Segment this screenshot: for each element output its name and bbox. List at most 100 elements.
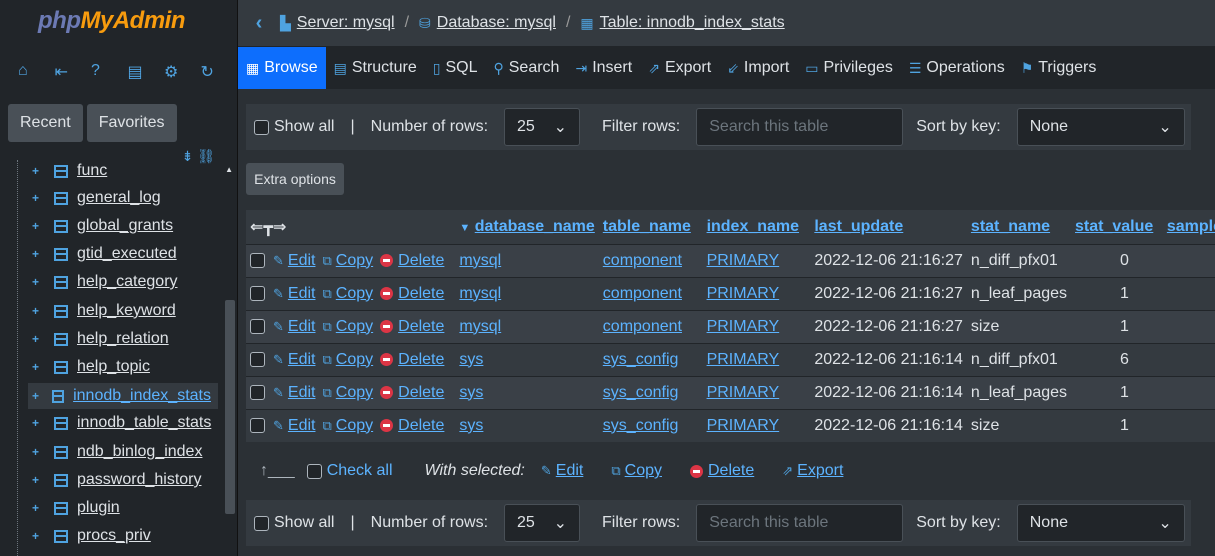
expand-icon[interactable]: + <box>32 220 42 232</box>
cell-sample[interactable] <box>1162 375 1215 409</box>
tree-item-help-relation[interactable]: + help_relation <box>32 328 169 350</box>
cell-index-name[interactable]: PRIMARY <box>707 285 780 302</box>
cell-sample[interactable] <box>1162 243 1215 277</box>
expand-icon[interactable]: + <box>32 248 42 260</box>
cell-table-name[interactable]: sys_config <box>603 351 679 368</box>
expand-icon[interactable]: + <box>32 361 42 373</box>
cell-last-update[interactable]: 2022-12-06 21:16:14 <box>810 375 967 409</box>
row-edit-link[interactable]: Edit <box>288 285 316 302</box>
tab-operations[interactable]: ☰ Operations <box>901 47 1013 89</box>
tree-item-procs-priv[interactable]: + procs_priv <box>32 525 151 547</box>
row-checkbox[interactable] <box>250 285 265 301</box>
number-of-rows-select[interactable]: 25 ⌄ <box>504 504 581 542</box>
reload-icon[interactable]: ↻ <box>201 62 238 104</box>
filter-rows-input[interactable]: Search this table <box>696 504 904 542</box>
cell-index-name[interactable]: PRIMARY <box>707 252 780 269</box>
cell-stat-value[interactable]: 1 <box>1071 408 1163 442</box>
sort-by-key-select[interactable]: None ⌄ <box>1016 504 1185 542</box>
cell-sample[interactable] <box>1162 408 1215 442</box>
expand-icon[interactable]: + <box>32 417 42 429</box>
row-checkbox[interactable] <box>250 418 265 434</box>
move-columns-icon[interactable]: ⇐┳⇒ <box>250 219 286 236</box>
recent-button[interactable]: Recent <box>8 104 83 142</box>
tree-item-help-keyword[interactable]: + help_keyword <box>32 300 176 322</box>
tree-item-gtid-executed[interactable]: + gtid_executed <box>32 243 177 265</box>
tab-insert[interactable]: ⇥ Insert <box>567 47 640 89</box>
docs-icon[interactable]: ▤ <box>128 62 165 104</box>
expand-icon[interactable]: + <box>32 474 42 486</box>
column-stat-value[interactable]: stat_value <box>1075 218 1153 235</box>
expand-icon[interactable]: + <box>32 390 40 402</box>
expand-icon[interactable]: + <box>32 530 42 542</box>
scroll-up-arrow-icon[interactable]: ▲ <box>225 165 233 174</box>
tree-item-help-category[interactable]: + help_category <box>32 271 178 293</box>
row-delete-link[interactable]: Delete <box>398 351 444 368</box>
tree-item-help-topic[interactable]: + help_topic <box>32 356 150 378</box>
cell-table-name[interactable]: component <box>603 285 682 302</box>
sort-by-key-select[interactable]: None ⌄ <box>1016 108 1185 146</box>
row-copy-link[interactable]: Copy <box>336 285 373 302</box>
bulk-edit-link[interactable]: Edit <box>556 462 584 480</box>
cell-database-name[interactable]: mysql <box>459 285 501 302</box>
breadcrumb-table[interactable]: Table: innodb_index_stats <box>600 14 785 32</box>
row-copy-link[interactable]: Copy <box>336 318 373 335</box>
expand-icon[interactable]: + <box>32 165 42 177</box>
settings-icon[interactable]: ⚙ <box>164 62 201 104</box>
row-delete-link[interactable]: Delete <box>398 417 444 434</box>
expand-icon[interactable]: + <box>32 192 42 204</box>
cell-last-update[interactable]: 2022-12-06 21:16:14 <box>810 342 967 376</box>
tab-import[interactable]: ⇙ Import <box>719 47 797 89</box>
breadcrumb-database[interactable]: Database: mysql <box>437 14 556 32</box>
check-all-label[interactable]: Check all <box>327 462 393 480</box>
row-copy-link[interactable]: Copy <box>336 252 373 269</box>
sort-desc-icon[interactable]: ▼ <box>459 222 470 234</box>
cell-index-name[interactable]: PRIMARY <box>707 351 780 368</box>
tree-item-func[interactable]: + func <box>32 160 107 182</box>
row-copy-link[interactable]: Copy <box>336 384 373 401</box>
cell-table-name[interactable]: component <box>603 252 682 269</box>
expand-icon[interactable]: + <box>32 502 42 514</box>
column-index-name[interactable]: index_name <box>707 218 799 235</box>
cell-sample[interactable] <box>1162 276 1215 310</box>
expand-icon[interactable]: + <box>32 305 42 317</box>
cell-database-name[interactable]: sys <box>459 351 483 368</box>
tab-browse[interactable]: ▦ Browse <box>238 47 326 89</box>
tree-item-innodb-index-stats[interactable]: + innodb_index_stats <box>28 383 218 409</box>
cell-stat-value[interactable]: 1 <box>1071 276 1163 310</box>
row-delete-link[interactable]: Delete <box>398 384 444 401</box>
cell-sample[interactable] <box>1162 342 1215 376</box>
expand-icon[interactable]: + <box>32 446 42 458</box>
cell-stat-name[interactable]: n_leaf_pages <box>966 375 1072 409</box>
tab-search[interactable]: ⚲ Search <box>485 47 567 89</box>
row-delete-link[interactable]: Delete <box>398 318 444 335</box>
cell-stat-value[interactable]: 1 <box>1071 375 1163 409</box>
sidebar-scrollbar[interactable] <box>225 300 235 514</box>
expand-icon[interactable]: + <box>32 333 42 345</box>
tab-triggers[interactable]: ⚑ Triggers <box>1013 47 1105 89</box>
number-of-rows-select[interactable]: 25 ⌄ <box>504 108 581 146</box>
column-table-name[interactable]: table_name <box>603 218 691 235</box>
favorites-button[interactable]: Favorites <box>86 104 177 142</box>
cell-table-name[interactable]: component <box>603 318 682 335</box>
cell-table-name[interactable]: sys_config <box>603 417 679 434</box>
cell-database-name[interactable]: mysql <box>459 318 501 335</box>
cell-stat-name[interactable]: size <box>966 309 1072 343</box>
cell-last-update[interactable]: 2022-12-06 21:16:27 <box>810 243 967 277</box>
bulk-export-link[interactable]: Export <box>797 462 843 480</box>
show-all-checkbox[interactable] <box>254 119 269 135</box>
cell-last-update[interactable]: 2022-12-06 21:16:27 <box>810 309 967 343</box>
filter-rows-input[interactable]: Search this table <box>696 108 904 146</box>
extra-options-button[interactable]: Extra options <box>246 163 344 195</box>
cell-last-update[interactable]: 2022-12-06 21:16:14 <box>810 408 967 442</box>
cell-database-name[interactable]: sys <box>459 417 483 434</box>
tree-item-innodb-table-stats[interactable]: + innodb_table_stats <box>32 412 211 434</box>
column-database-name[interactable]: database_name <box>475 218 595 235</box>
bulk-copy-link[interactable]: Copy <box>625 462 662 480</box>
tree-item-plugin[interactable]: + plugin <box>32 497 120 519</box>
help-icon[interactable]: ? <box>91 62 128 104</box>
tab-export[interactable]: ⇗ Export <box>640 47 719 89</box>
column-arrows[interactable]: ⇐┳⇒ <box>246 210 456 244</box>
tree-item-ndb-binlog-index[interactable]: + ndb_binlog_index <box>32 441 202 463</box>
row-copy-link[interactable]: Copy <box>336 417 373 434</box>
row-edit-link[interactable]: Edit <box>288 351 316 368</box>
